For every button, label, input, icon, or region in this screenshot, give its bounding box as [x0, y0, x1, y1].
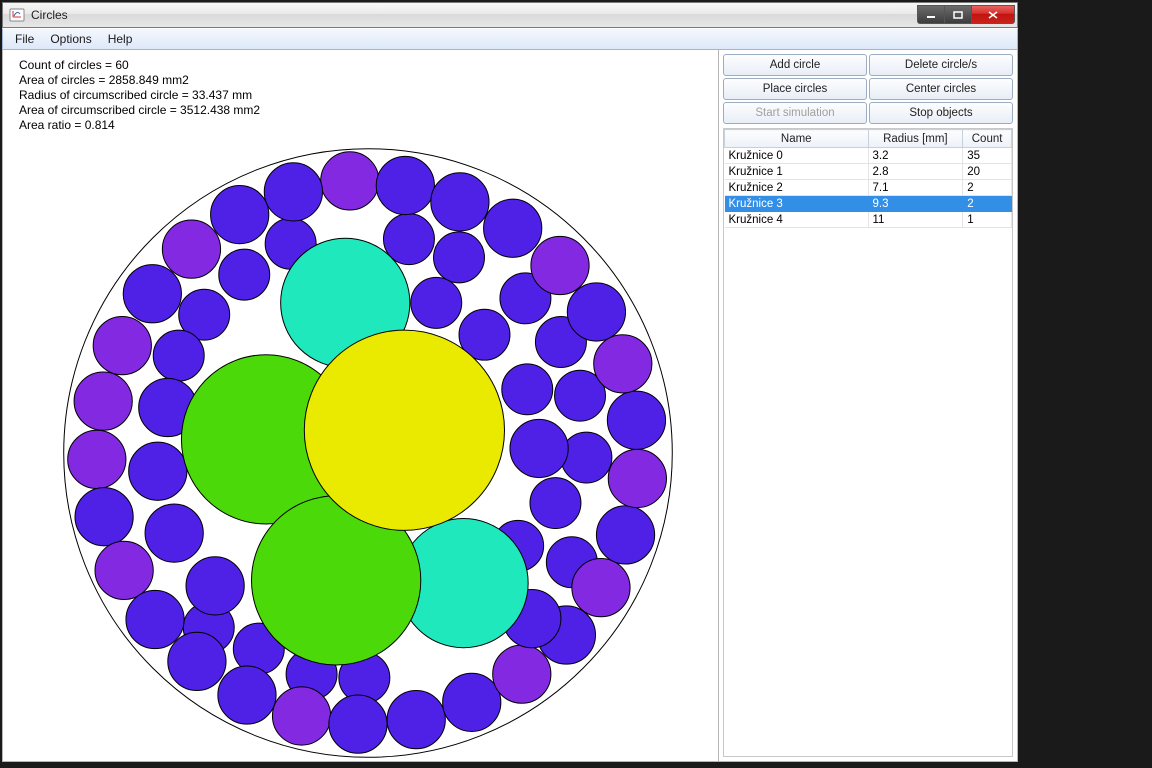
maximize-button[interactable] [944, 5, 972, 24]
table-cell-radius: 2.8 [868, 164, 963, 180]
circle [502, 364, 553, 415]
stat-count: Count of circles = 60 [19, 58, 260, 73]
circle [93, 317, 151, 375]
table-row[interactable]: Kružnice 03.235 [725, 148, 1012, 164]
menu-bar: File Options Help [2, 28, 1018, 50]
circle [153, 330, 204, 381]
circle-table[interactable]: Name Radius [mm] Count Kružnice 03.235Kr… [723, 128, 1013, 757]
stat-ratio: Area ratio = 0.814 [19, 118, 260, 133]
table-cell-radius: 3.2 [868, 148, 963, 164]
circle [74, 372, 132, 430]
start-simulation-button[interactable]: Start simulation [723, 102, 867, 124]
table-row[interactable]: Kružnice 39.32 [725, 196, 1012, 212]
circle [431, 173, 489, 231]
app-window: Circles File Options Help [2, 2, 1018, 762]
table-cell-radius: 7.1 [868, 180, 963, 196]
circle [168, 632, 226, 690]
circle [126, 590, 184, 648]
col-count[interactable]: Count [963, 130, 1012, 148]
circle [607, 391, 665, 449]
circle [218, 666, 276, 724]
table-cell-count: 2 [963, 180, 1012, 196]
circle [304, 330, 504, 530]
col-radius[interactable]: Radius [mm] [868, 130, 963, 148]
circle [493, 645, 551, 703]
client-area: Count of circles = 60 Area of circles = … [2, 50, 1018, 762]
menu-options[interactable]: Options [42, 30, 99, 48]
circle [321, 152, 379, 210]
circle [510, 419, 568, 477]
window-title: Circles [31, 8, 918, 22]
menu-help[interactable]: Help [100, 30, 141, 48]
circle [443, 673, 501, 731]
table-cell-name: Kružnice 1 [725, 164, 869, 180]
circle [129, 442, 187, 500]
circle [272, 687, 330, 745]
col-name[interactable]: Name [725, 130, 869, 148]
table-cell-name: Kružnice 2 [725, 180, 869, 196]
circle [572, 559, 630, 617]
close-button[interactable] [971, 5, 1015, 24]
canvas-pane[interactable]: Count of circles = 60 Area of circles = … [3, 50, 719, 761]
stop-objects-button[interactable]: Stop objects [869, 102, 1013, 124]
circle [594, 335, 652, 393]
place-circles-button[interactable]: Place circles [723, 78, 867, 100]
circle [68, 430, 126, 488]
circle [596, 506, 654, 564]
center-circles-button[interactable]: Center circles [869, 78, 1013, 100]
circle [608, 449, 666, 507]
circle [219, 249, 270, 300]
circle [211, 185, 269, 243]
circle [376, 156, 434, 214]
table-cell-count: 35 [963, 148, 1012, 164]
add-circle-button[interactable]: Add circle [723, 54, 867, 76]
circle [75, 488, 133, 546]
stat-area: Area of circles = 2858.849 mm2 [19, 73, 260, 88]
app-icon [9, 7, 25, 23]
stat-outarea: Area of circumscribed circle = 3512.438 … [19, 103, 260, 118]
circle-scene [3, 50, 713, 762]
stats-overlay: Count of circles = 60 Area of circles = … [19, 58, 260, 133]
circle [531, 236, 589, 294]
stat-radius: Radius of circumscribed circle = 33.437 … [19, 88, 260, 103]
table-row[interactable]: Kružnice 27.12 [725, 180, 1012, 196]
table-row[interactable]: Kružnice 4111 [725, 212, 1012, 228]
circle [145, 504, 203, 562]
circle [329, 695, 387, 753]
circle [162, 220, 220, 278]
circle [434, 232, 485, 283]
table-cell-name: Kružnice 0 [725, 148, 869, 164]
side-panel: Add circle Delete circle/s Place circles… [719, 50, 1017, 761]
table-cell-count: 2 [963, 196, 1012, 212]
delete-circle-button[interactable]: Delete circle/s [869, 54, 1013, 76]
table-cell-radius: 9.3 [868, 196, 963, 212]
circle [95, 541, 153, 599]
circle [530, 478, 581, 529]
circle [123, 265, 181, 323]
menu-file[interactable]: File [7, 30, 42, 48]
table-cell-name: Kružnice 3 [725, 196, 869, 212]
circle [264, 163, 322, 221]
title-bar[interactable]: Circles [2, 2, 1018, 28]
circle [484, 199, 542, 257]
circle [567, 283, 625, 341]
minimize-button[interactable] [917, 5, 945, 24]
table-cell-count: 1 [963, 212, 1012, 228]
circle [186, 557, 244, 615]
window-controls [918, 5, 1015, 25]
table-row[interactable]: Kružnice 12.820 [725, 164, 1012, 180]
circle [411, 277, 462, 328]
circle [387, 691, 445, 749]
table-cell-count: 20 [963, 164, 1012, 180]
table-cell-radius: 11 [868, 212, 963, 228]
circle [561, 432, 612, 483]
button-grid: Add circle Delete circle/s Place circles… [721, 52, 1015, 126]
table-cell-name: Kružnice 4 [725, 212, 869, 228]
